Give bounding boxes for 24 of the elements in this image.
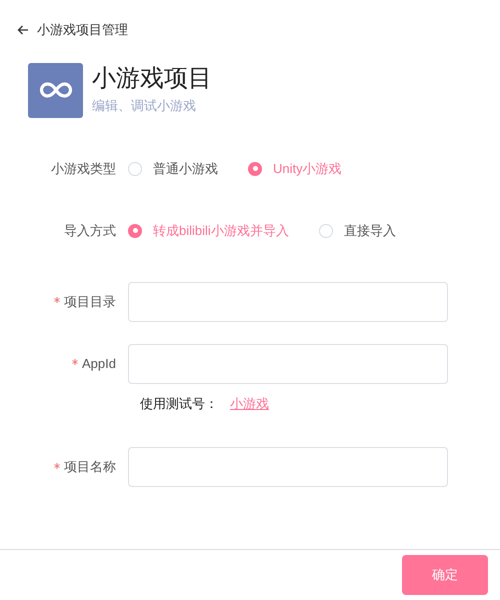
radio-button[interactable] [128, 162, 142, 176]
page-title: 小游戏项目 [92, 64, 212, 94]
input-field[interactable] [128, 344, 448, 384]
back-link[interactable]: 小游戏项目管理 [37, 20, 128, 40]
form-label: 项目名称 [64, 458, 116, 476]
input-field[interactable] [128, 447, 448, 487]
radio-button[interactable] [318, 224, 333, 238]
back-arrow-icon[interactable] [17, 24, 29, 36]
radio-label[interactable]: 直接导入 [344, 220, 396, 240]
infinity-icon [40, 81, 72, 99]
form-label: AppId [82, 354, 116, 373]
radio-label[interactable]: 普通小游戏 [153, 158, 218, 178]
form-label: 小游戏类型 [50, 160, 117, 178]
hint-text: 使用测试号： [140, 394, 218, 412]
confirm-button[interactable]: 确定 [402, 555, 488, 595]
radio-button[interactable] [128, 224, 142, 238]
page-subtitle: 编辑、调试小游戏 [92, 97, 197, 116]
radio-label[interactable]: Unity小游戏 [273, 158, 342, 178]
radio-button[interactable] [248, 162, 262, 176]
form-label: 项目目录 [64, 292, 116, 311]
form-label: 导入方式 [63, 222, 117, 240]
input-field[interactable] [128, 282, 448, 322]
test-link[interactable]: 小游戏 [230, 394, 269, 413]
radio-label[interactable]: 转成bilibili小游戏并导入 [153, 220, 289, 240]
